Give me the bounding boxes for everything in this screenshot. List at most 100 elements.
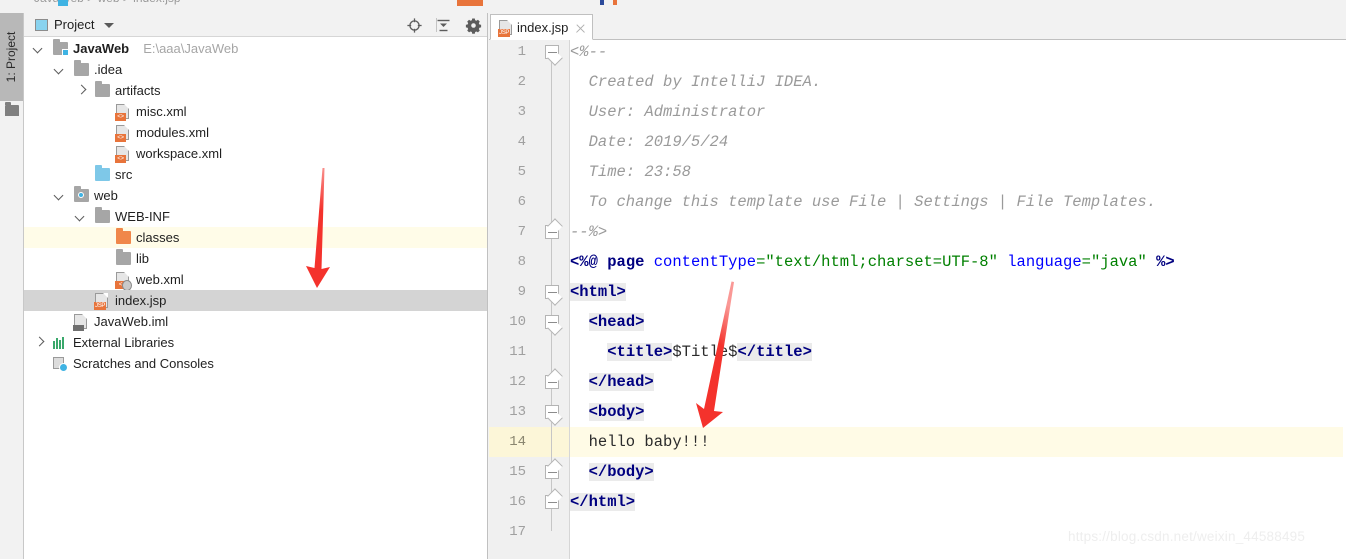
code-line-9[interactable]: <html> xyxy=(570,277,626,307)
fold-minus-icon xyxy=(548,232,557,234)
code-line-3[interactable]: User: Administrator xyxy=(570,97,766,127)
tree-row-web[interactable]: web xyxy=(24,185,487,206)
code-token: "java" xyxy=(1090,253,1147,271)
tree-row--idea[interactable]: .idea xyxy=(24,59,487,80)
fold-marker[interactable] xyxy=(545,45,559,59)
gear-icon[interactable] xyxy=(465,17,482,34)
fold-marker[interactable] xyxy=(545,375,559,389)
left-tool-window-bar: 1: Project xyxy=(0,13,24,559)
fold-minus-icon xyxy=(548,472,557,474)
top-breadcrumb-strip: JavaWeb > web > index.jsp xyxy=(0,0,1346,13)
fold-marker[interactable] xyxy=(545,495,559,509)
fold-marker[interactable] xyxy=(545,285,559,299)
tree-row-external-libraries[interactable]: External Libraries xyxy=(24,332,487,353)
code-line-11[interactable]: <title>$Title$</title> xyxy=(570,337,812,367)
code-line-10[interactable]: <head> xyxy=(570,307,645,337)
xml-file-icon: <> xyxy=(115,146,129,163)
tree-row-lib[interactable]: lib xyxy=(24,248,487,269)
close-icon[interactable] xyxy=(575,23,586,34)
tree-item-label: index.jsp xyxy=(115,293,167,308)
locate-icon[interactable] xyxy=(406,17,423,34)
sidebar-item-project-tab[interactable]: 1: Project xyxy=(0,13,23,101)
tree-item-path: E:\aaa\JavaWeb xyxy=(143,41,239,56)
fold-marker[interactable] xyxy=(545,315,559,329)
source-folder-icon xyxy=(95,165,110,181)
chevron-right-icon[interactable] xyxy=(76,86,85,95)
line-number: 16 xyxy=(509,494,526,510)
chevron-down-icon[interactable] xyxy=(104,23,114,28)
tree-row-index-jsp[interactable]: JSP index.jsp xyxy=(24,290,487,311)
code-token: <head> xyxy=(588,313,645,331)
tree-item-label: artifacts xyxy=(115,83,161,98)
tree-row-misc-xml[interactable]: <> misc.xml xyxy=(24,101,487,122)
code-line-15[interactable]: </body> xyxy=(570,457,654,487)
library-bar xyxy=(62,337,64,349)
code-line-8[interactable]: <%@ page contentType="text/html;charset=… xyxy=(570,247,1175,277)
fold-marker[interactable] xyxy=(545,225,559,239)
tree-row-web-xml[interactable]: < web.xml xyxy=(24,269,487,291)
code-line-4[interactable]: Date: 2019/5/24 xyxy=(570,127,729,157)
tree-item-label: classes xyxy=(136,230,180,245)
code-line-6[interactable]: To change this template use File | Setti… xyxy=(570,187,1156,217)
tree-row-web-inf[interactable]: WEB-INF xyxy=(24,206,487,227)
webxml-file-icon: < xyxy=(115,272,132,291)
project-tree[interactable]: JavaWeb E:\aaa\JavaWeb .idea artifacts <> mis… xyxy=(24,38,487,559)
tree-row-modules-xml[interactable]: <> modules.xml xyxy=(24,122,487,143)
code-token: </html> xyxy=(570,493,636,511)
module-folder-icon xyxy=(53,39,69,56)
line-number: 7 xyxy=(517,224,526,240)
code-token: %> xyxy=(1156,253,1175,271)
code-token: --%> xyxy=(570,223,608,241)
fold-minus-icon xyxy=(548,292,557,294)
code-token: To change this template use File | Setti… xyxy=(570,193,1156,211)
tree-row-javaweb[interactable]: JavaWeb E:\aaa\JavaWeb xyxy=(24,38,487,59)
iml-file-icon xyxy=(73,314,87,331)
code-line-2[interactable]: Created by IntelliJ IDEA. xyxy=(570,67,822,97)
breadcrumb-extra-icon xyxy=(613,0,617,5)
tree-row-artifacts[interactable]: artifacts xyxy=(24,80,487,101)
module-badge xyxy=(62,49,69,56)
chevron-down-icon[interactable] xyxy=(55,65,64,74)
code-line-16[interactable]: </html> xyxy=(570,487,636,517)
tab-index-jsp[interactable]: JSP index.jsp xyxy=(490,14,593,40)
line-number: 13 xyxy=(509,404,526,420)
folder-icon xyxy=(5,102,19,116)
folder-icon xyxy=(95,207,110,223)
chevron-right-icon[interactable] xyxy=(34,338,43,347)
library-bar xyxy=(56,338,58,349)
code-line-12[interactable]: </head> xyxy=(570,367,654,397)
code-token: Created by IntelliJ IDEA. xyxy=(570,73,822,91)
collapse-all-icon[interactable] xyxy=(435,17,452,34)
tree-row-workspace-xml[interactable]: <> workspace.xml xyxy=(24,143,487,164)
code-line-13[interactable]: <body> xyxy=(570,397,645,427)
tree-row-scratches-and-consoles[interactable]: Scratches and Consoles xyxy=(24,353,487,374)
folder-icon xyxy=(74,60,89,76)
code-token: = xyxy=(1081,253,1091,271)
fold-marker[interactable] xyxy=(545,405,559,419)
chevron-down-icon[interactable] xyxy=(34,44,43,53)
chevron-down-icon[interactable] xyxy=(76,212,85,221)
excluded-folder-icon xyxy=(116,228,131,244)
line-number: 12 xyxy=(509,374,526,390)
code-token: <title> xyxy=(607,343,673,361)
tree-row-javaweb-iml[interactable]: JavaWeb.iml xyxy=(24,311,487,332)
project-tab-label: 1: Project xyxy=(4,31,18,83)
project-icon xyxy=(35,19,48,31)
tree-item-label: modules.xml xyxy=(136,125,209,140)
chevron-down-icon[interactable] xyxy=(55,191,64,200)
tree-item-label: Scratches and Consoles xyxy=(73,356,214,371)
code-token: = xyxy=(756,253,766,271)
code-editor[interactable]: 1 2 3 4 5 6 7 8 9 10 11 12 13 14 15 16 17 <%-- Created by… xyxy=(489,40,1346,559)
tree-item-label: JavaWeb.iml xyxy=(94,314,169,329)
code-line-7[interactable]: --%> xyxy=(570,217,607,247)
fold-marker[interactable] xyxy=(545,465,559,479)
project-tool-window: Project JavaWeb E:\aaa\JavaWeb .idea art… xyxy=(24,13,506,559)
code-token: </body> xyxy=(588,463,654,481)
code-line-1[interactable]: <%-- xyxy=(570,40,607,67)
tree-row-src[interactable]: src xyxy=(24,164,487,185)
code-line-14[interactable]: hello baby!!! xyxy=(570,427,710,457)
code-line-5[interactable]: Time: 23:58 xyxy=(570,157,691,187)
line-number: 17 xyxy=(509,524,526,540)
tree-row-classes[interactable]: classes xyxy=(24,227,487,248)
